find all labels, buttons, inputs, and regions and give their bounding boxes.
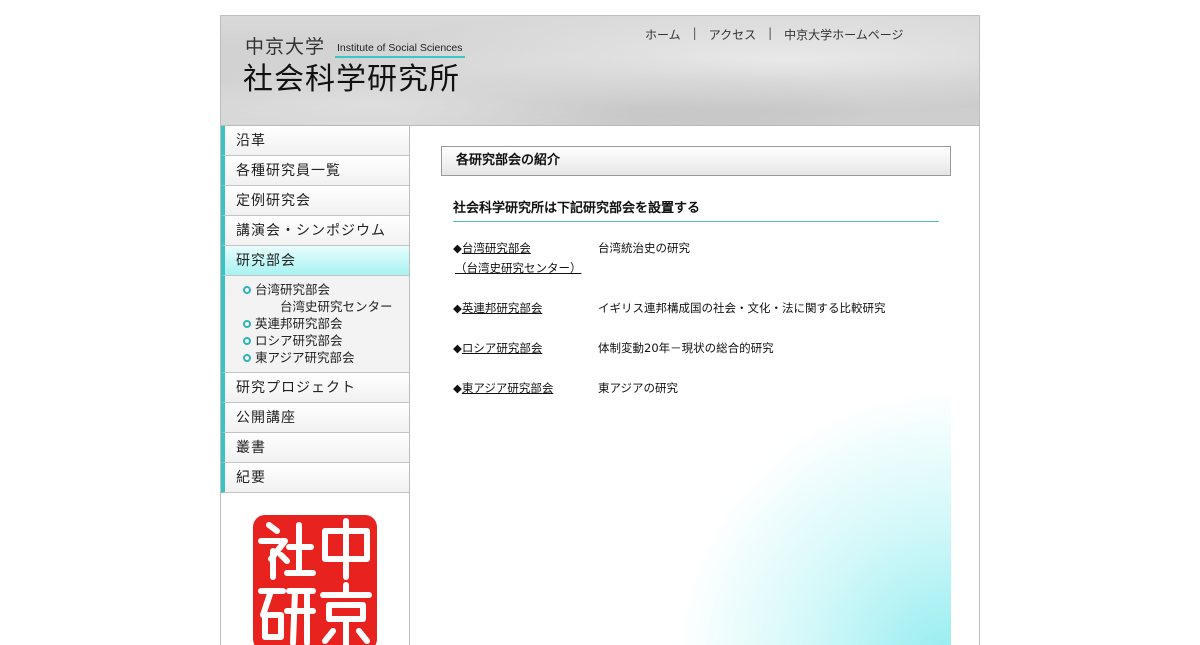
site-header: 中京大学 Institute of Social Sciences 社会科学研究… [221,16,979,126]
circle-bullet-icon [243,319,251,328]
sidebar-item-lectures-symposium[interactable]: 講演会・シンポジウム [221,216,409,246]
seal-icon [253,515,377,645]
topnav-separator: | [768,26,773,40]
subnav-item-label: 英連邦研究部会 [255,316,343,331]
subnav-item-russia[interactable]: ロシア研究部会 [243,332,409,349]
subnav-item-label: ロシア研究部会 [255,333,343,348]
page-frame: 中京大学 Institute of Social Sciences 社会科学研究… [220,15,980,645]
page-subheading: 社会科学研究所は下記研究部会を設置する [453,199,939,222]
division-link-taiwan-history-center[interactable]: （台湾史研究センター） [455,260,582,276]
logo-institute-japanese[interactable]: 社会科学研究所 [243,62,460,98]
division-description: 東アジアの研究 [598,381,679,395]
division-name: ◆英連邦研究部会 [453,300,603,316]
sidebar-item-history[interactable]: 沿革 [221,126,409,156]
division-name: ◆台湾研究部会 [453,240,603,256]
circle-bullet-icon [243,336,251,345]
logo-university-name: 中京大学 [245,36,326,58]
diamond-bullet-icon: ◆ [453,381,462,395]
sidebar-item-bulletin[interactable]: 紀要 [221,463,409,493]
topnav-university-link[interactable]: 中京大学ホームページ [784,26,903,43]
division-link-taiwan[interactable]: 台湾研究部会 [462,241,531,255]
main-content: 各研究部会の紹介 社会科学研究所は下記研究部会を設置する ◆台湾研究部会 （台湾… [411,126,979,645]
subnav-item-label: 東アジア研究部会 [255,350,355,365]
sidebar-subnav: 台湾研究部会 台湾史研究センター 英連邦研究部会 ロシア研究部会 東アジア研究部… [221,276,409,373]
division-description: 体制変動20年－現状の総合的研究 [598,341,774,355]
division-description: イギリス連邦構成国の社会・文化・法に関する比較研究 [598,301,886,315]
division-link-russia[interactable]: ロシア研究部会 [462,341,543,355]
decorative-wave-background [651,366,951,645]
circle-bullet-icon [243,285,251,294]
division-name: ◆ロシア研究部会 [453,340,603,356]
sidebar-item-public-lectures[interactable]: 公開講座 [221,403,409,433]
subnav-item-label: 台湾研究部会 [255,282,331,297]
institute-seal-logo [251,511,379,645]
diamond-bullet-icon: ◆ [453,241,462,255]
topnav-access-link[interactable]: アクセス [709,26,756,43]
sidebar-item-regular-meetings[interactable]: 定例研究会 [221,186,409,216]
sidebar-item-research-projects[interactable]: 研究プロジェクト [221,373,409,403]
diamond-bullet-icon: ◆ [453,301,462,315]
logo[interactable]: 中京大学 Institute of Social Sciences [245,36,465,58]
sidebar: 沿革 各種研究員一覧 定例研究会 講演会・シンポジウム 研究部会 台湾研究部会 … [221,126,410,645]
subnav-item-taiwan-history-center[interactable]: 台湾史研究センター [243,298,409,315]
diamond-bullet-icon: ◆ [453,341,462,355]
section-title: 各研究部会の紹介 [441,146,951,176]
subnav-item-east-asia[interactable]: 東アジア研究部会 [243,349,409,366]
topnav-home-link[interactable]: ホーム [645,26,681,43]
circle-bullet-icon [243,353,251,362]
subnav-item-taiwan[interactable]: 台湾研究部会 [243,281,409,298]
sidebar-item-research-divisions[interactable]: 研究部会 [221,246,409,276]
sidebar-item-researchers[interactable]: 各種研究員一覧 [221,156,409,186]
division-link-east-asia[interactable]: 東アジア研究部会 [462,381,554,395]
subnav-item-commonwealth[interactable]: 英連邦研究部会 [243,315,409,332]
top-navigation: ホーム | アクセス | 中京大学ホームページ [645,26,904,43]
division-name: ◆東アジア研究部会 [453,380,603,396]
sidebar-item-book-series[interactable]: 叢書 [221,433,409,463]
division-link-commonwealth[interactable]: 英連邦研究部会 [462,301,543,315]
logo-institute-english: Institute of Social Sciences [335,42,465,58]
topnav-separator: | [692,26,697,40]
division-description: 台湾統治史の研究 [598,241,690,255]
